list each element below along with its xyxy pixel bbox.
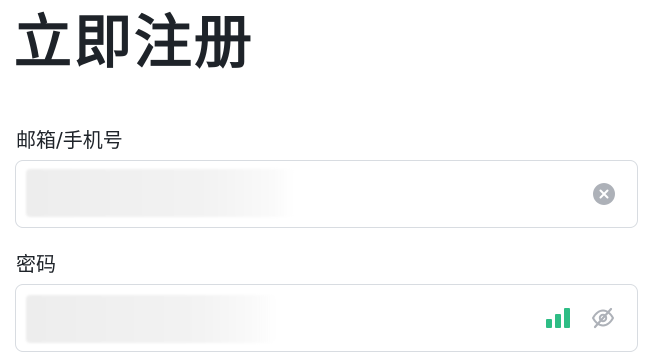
toggle-password-visibility-button[interactable] (591, 307, 615, 329)
eye-off-icon (592, 307, 614, 329)
strength-bar (564, 308, 570, 328)
email-phone-label: 邮箱/手机号 (16, 128, 123, 152)
masked-input-value (26, 169, 294, 217)
email-phone-input[interactable] (15, 160, 638, 228)
register-page: 立即注册 邮箱/手机号 密码 (0, 0, 651, 361)
password-strength-indicator (546, 308, 572, 328)
masked-password-value (26, 295, 276, 343)
password-label: 密码 (16, 252, 56, 276)
close-icon (599, 189, 609, 199)
strength-bar (555, 314, 561, 328)
page-title: 立即注册 (14, 8, 255, 76)
password-input[interactable] (15, 284, 638, 352)
strength-bar (546, 319, 552, 328)
clear-input-button[interactable] (593, 183, 615, 205)
